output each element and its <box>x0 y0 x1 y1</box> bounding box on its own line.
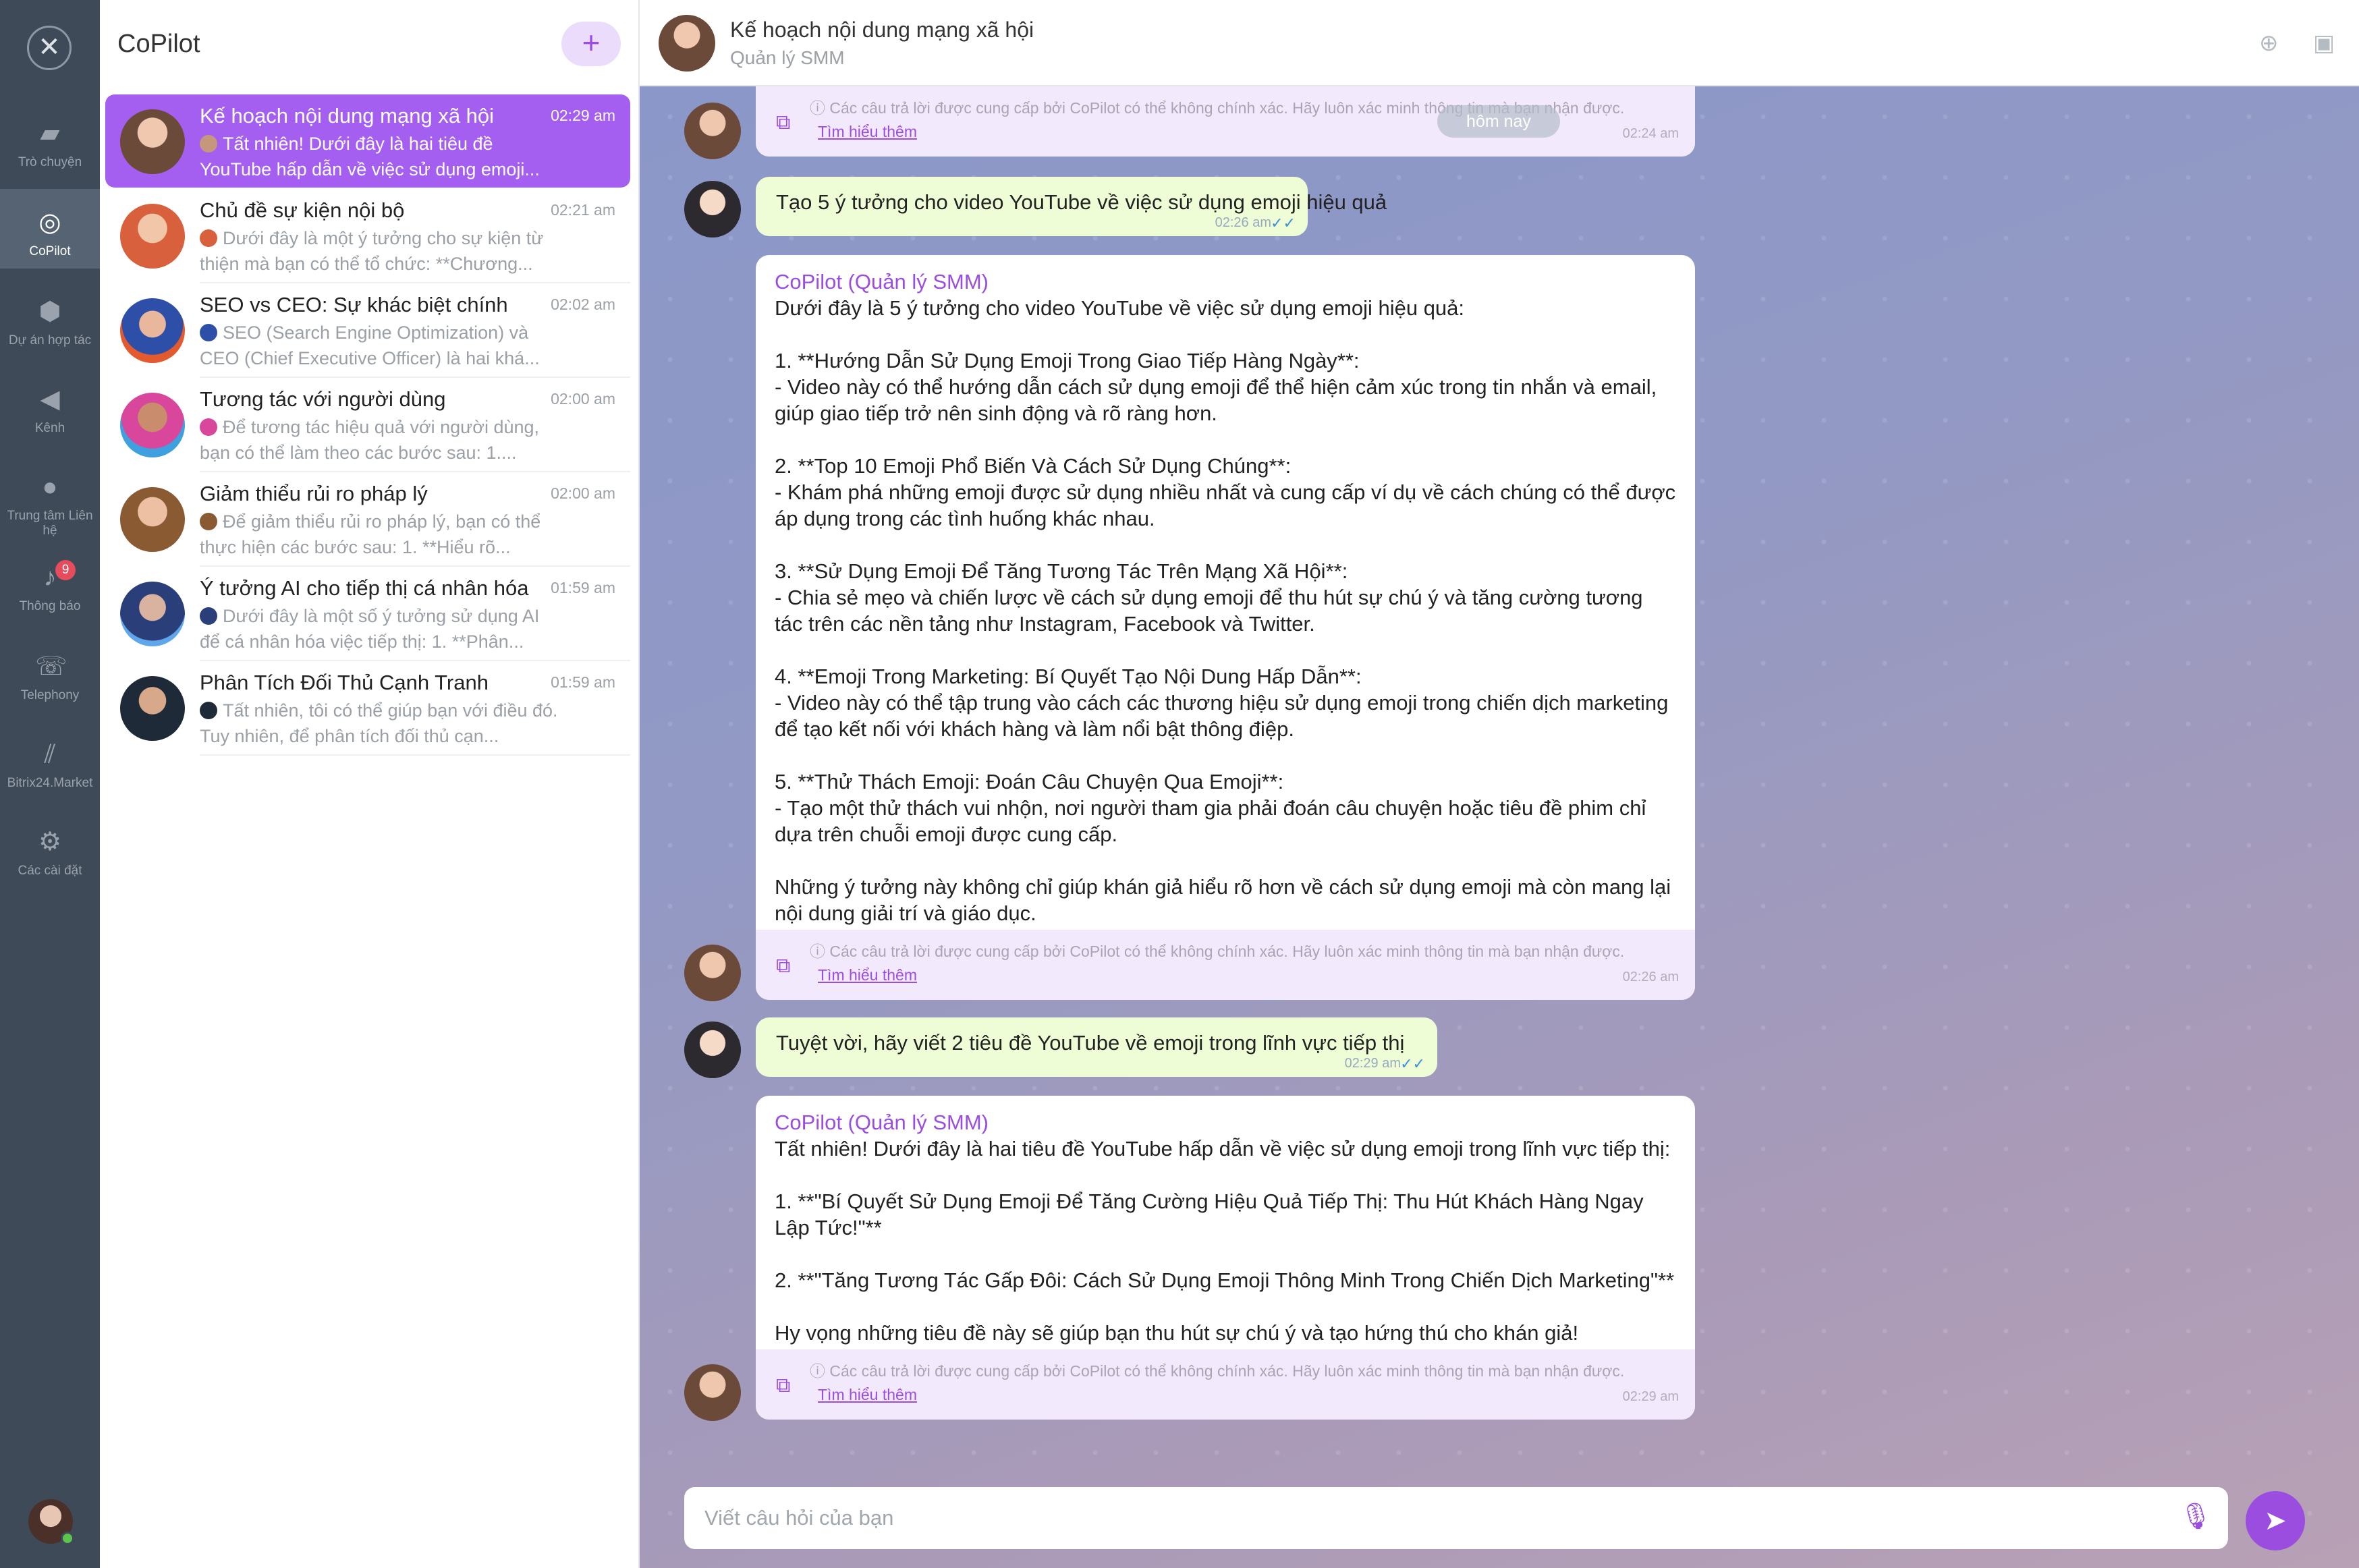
rail-item-channels[interactable]: ◀ Kênh <box>0 366 100 445</box>
avatar <box>659 15 715 72</box>
avatar <box>120 582 185 646</box>
learn-more-link[interactable]: Tìm hiểu thêm <box>818 962 917 988</box>
chat-list-panel: CoPilot + Kế hoạch nội dung mạng xã hội … <box>100 0 640 1568</box>
message-bubble: Tạo 5 ý tưởng cho video YouTube về việc … <box>756 177 1387 236</box>
avatar <box>200 324 217 341</box>
send-icon: ➤ <box>2264 1506 2287 1536</box>
rail-item-telephony[interactable]: ☏ Telephony <box>0 633 100 712</box>
double-check-icon: ✓✓ <box>1271 215 1296 231</box>
avatar <box>120 298 185 363</box>
message-text: Dưới đây là 5 ý tưởng cho video YouTube … <box>775 296 1676 925</box>
avatar <box>120 487 185 552</box>
copy-icon[interactable]: ⧉ <box>776 1372 790 1399</box>
avatar <box>120 676 185 741</box>
avatar <box>684 1021 741 1078</box>
avatar <box>200 513 217 530</box>
message-text: Tất nhiên! Dưới đây là hai tiêu đề YouTu… <box>775 1137 1675 1345</box>
avatar <box>200 135 217 152</box>
message-sender: CoPilot (Quản lý SMM) <box>775 1111 989 1134</box>
avatar <box>200 607 217 625</box>
chat-item[interactable]: Chủ đề sự kiện nội bộ 02:21 am Dưới đây … <box>105 189 630 283</box>
avatar <box>684 945 741 1001</box>
avatar <box>684 103 741 159</box>
online-status-dot <box>61 1532 74 1545</box>
message-bubble: CoPilot (Quản lý SMM) Dưới đây là 5 ý tư… <box>756 255 1695 1000</box>
chat-area: Kế hoạch nội dung mạng xã hội Quản lý SM… <box>640 0 2359 1568</box>
avatar <box>200 418 217 436</box>
chat-item[interactable]: Giảm thiểu rủi ro pháp lý 02:00 am Để gi… <box>105 472 630 567</box>
learn-more-link[interactable]: Tìm hiểu thêm <box>818 1382 917 1408</box>
left-rail: ✕ ▰ Trò chuyện ◎ CoPilot ⬢ Dự án hợp tác… <box>0 0 100 1568</box>
chat-subtitle: Quản lý SMM <box>730 47 845 68</box>
chat-header: Kế hoạch nội dung mạng xã hội Quản lý SM… <box>640 0 2359 86</box>
avatar <box>120 204 185 269</box>
message-bubble: CoPilot (Quản lý SMM) Tất nhiên! Dưới đâ… <box>756 1096 1695 1420</box>
rail-item-contact-center[interactable]: ● Trung tâm Liên hệ <box>0 453 100 541</box>
send-button[interactable]: ➤ <box>2246 1491 2305 1550</box>
chat-item[interactable]: SEO vs CEO: Sự khác biệt chính 02:02 am … <box>105 283 630 378</box>
copy-icon[interactable]: ⧉ <box>776 953 790 979</box>
chat-item[interactable]: Ý tưởng AI cho tiếp thị cá nhân hóa 01:5… <box>105 567 630 661</box>
message-input[interactable] <box>704 1487 2155 1549</box>
panel-title: CoPilot <box>117 30 200 58</box>
double-check-icon: ✓✓ <box>1400 1055 1425 1072</box>
sidebar-toggle-icon[interactable]: ▣ <box>2313 30 2335 57</box>
message-sender: CoPilot (Quản lý SMM) <box>775 270 989 293</box>
message-composer: 🎙 <box>684 1487 2228 1549</box>
learn-more-link[interactable]: Tìm hiểu thêm <box>818 119 917 145</box>
gear-icon: ⚙ <box>38 828 62 856</box>
avatar <box>200 702 217 719</box>
contact-center-icon: ● <box>42 473 58 501</box>
copilot-icon: ◎ <box>38 208 61 237</box>
avatar <box>684 181 741 237</box>
microphone-icon[interactable]: 🎙 <box>2180 1502 2212 1532</box>
rail-item-meeting[interactable]: ⬢ Dự án hợp tác <box>0 278 100 358</box>
avatar <box>120 109 185 174</box>
new-chat-button[interactable]: + <box>561 22 621 66</box>
message-bubble: Tuyệt vời, hãy viết 2 tiêu đề YouTube về… <box>756 1017 1437 1077</box>
chat-item[interactable]: Phân Tích Đối Thủ Cạnh Tranh 01:59 am Tấ… <box>105 661 630 756</box>
add-user-icon[interactable]: ⊕ <box>2259 30 2279 57</box>
rail-item-copilot[interactable]: ◎ CoPilot <box>0 189 100 269</box>
date-divider: hôm nay <box>1437 105 1560 138</box>
chat-item[interactable]: Kế hoạch nội dung mạng xã hội 02:29 am T… <box>105 94 630 188</box>
rail-item-notifications[interactable]: ♪ 9 Thông báo <box>0 544 100 623</box>
notification-badge: 9 <box>55 560 76 580</box>
divider <box>200 754 630 756</box>
chat-item[interactable]: Tương tác với người dùng 02:00 am Để tươ… <box>105 378 630 472</box>
chat-title: Kế hoạch nội dung mạng xã hội <box>730 18 1034 42</box>
phone-icon: ☏ <box>35 652 67 681</box>
megaphone-icon: ◀ <box>40 385 60 414</box>
rail-item-settings[interactable]: ⚙ Các cài đặt <box>0 808 100 888</box>
rail-item-market[interactable]: ⫽ Bitrix24.Market <box>0 721 100 800</box>
user-avatar[interactable] <box>28 1499 74 1545</box>
copy-icon[interactable]: ⧉ <box>776 109 790 136</box>
chat-bubbles-icon: ▰ <box>40 119 60 148</box>
market-icon: ⫽ <box>44 740 56 768</box>
avatar <box>684 1364 741 1421</box>
avatar <box>200 229 217 247</box>
avatar <box>120 393 185 457</box>
rail-item-chat[interactable]: ▰ Trò chuyện <box>0 100 100 179</box>
close-icon[interactable]: ✕ <box>27 26 72 70</box>
meeting-icon: ⬢ <box>38 298 61 326</box>
